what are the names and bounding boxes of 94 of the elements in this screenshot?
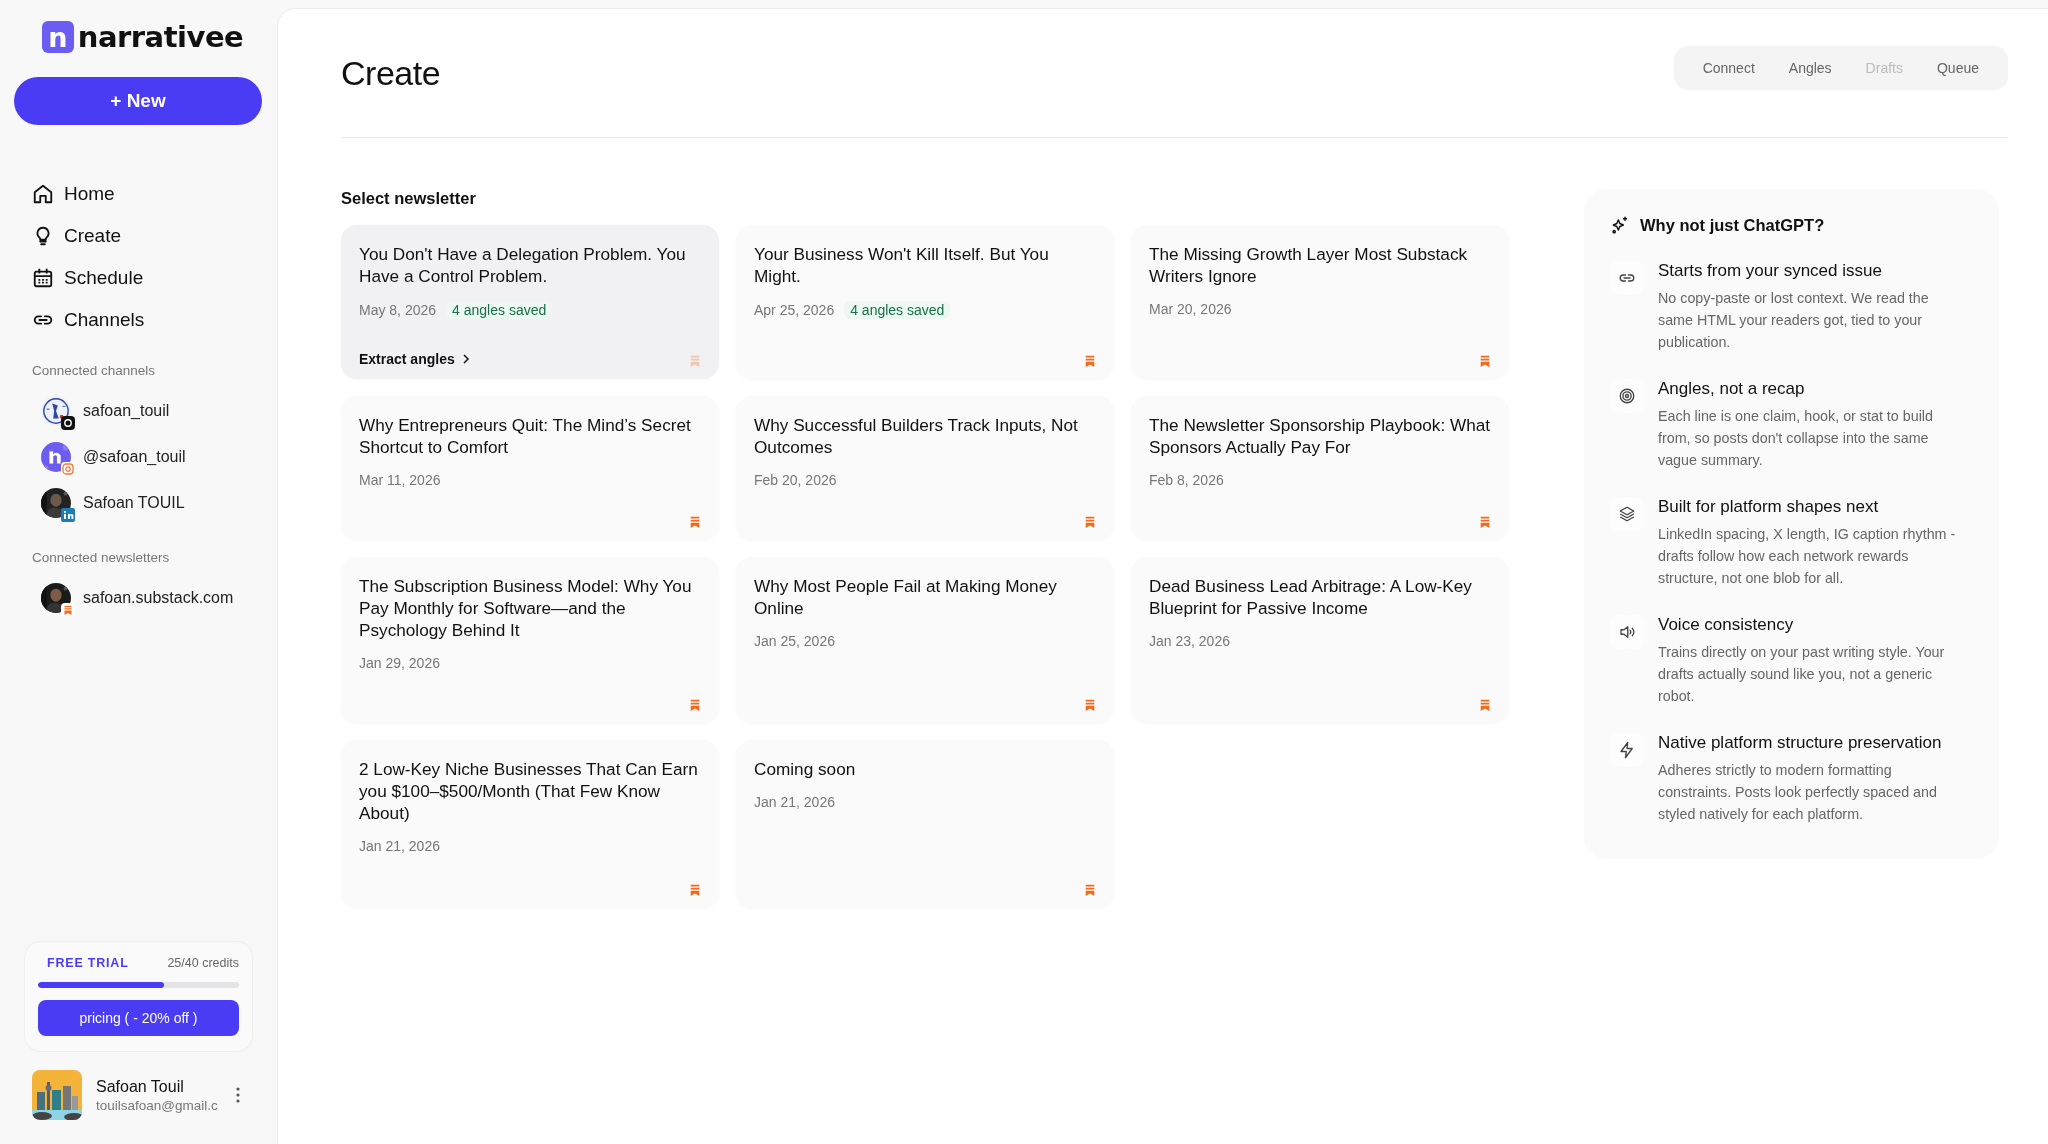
newsletter-card[interactable]: The Subscription Business Model: Why You Pay Monthly for Software—and the Psychology Behind It Jan 29, 2026 <box>341 557 719 723</box>
newsletter-card[interactable]: 2 Low-Key Niche Businesses That Can Earn you $100–$500/Month (That Few Know About) Jan 21, 2026 <box>341 740 719 908</box>
newsletter-title: Your Business Won't Kill Itself. But You Might. <box>754 243 1050 287</box>
nav-item[interactable]: Channels <box>64 308 145 331</box>
threads-badge-icon <box>61 416 75 430</box>
bookmark-icon <box>1479 355 1491 367</box>
step-tab[interactable]: Angles <box>1773 56 1847 80</box>
newsletter-date: Mar 11, 2026 <box>359 472 441 488</box>
feature-description: Trains directly on your past writing style. Your drafts actually sound like you, not a generic robot. <box>1658 643 1946 706</box>
camera-badge-icon <box>61 462 75 476</box>
newsletter-date: Feb 8, 2026 <box>1149 472 1224 488</box>
bookmark-icon <box>1084 699 1096 711</box>
feature-description: No copy-paste or lost context. We read the same HTML your readers got, tied to your publication. <box>1658 289 1930 352</box>
bookmark-badge-icon <box>61 603 75 617</box>
speaker-icon <box>1618 623 1636 641</box>
bookmark-icon <box>1084 884 1096 896</box>
target-icon <box>1618 387 1636 405</box>
newsletter-card[interactable]: Your Business Won't Kill Itself. But You Might. Apr 25, 2026 4 angles saved <box>736 225 1114 379</box>
logo-mark: n <box>41 21 74 53</box>
bookmark-icon <box>689 516 701 528</box>
bookmark-icon <box>1084 516 1096 528</box>
chevron-right-icon <box>460 354 471 364</box>
section-heading: Connected newsletters <box>32 550 171 565</box>
newsletter-card[interactable]: Why Entrepreneurs Quit: The Mind’s Secret Shortcut to Comfort Mar 11, 2026 <box>341 396 719 540</box>
newsletter-date: May 8, 2026 <box>359 302 437 318</box>
feature-title: Built for platform shapes next <box>1658 497 1880 517</box>
newsletter-name[interactable]: safoan.substack.com <box>83 589 234 607</box>
newsletter-date: Apr 25, 2026 <box>754 302 835 318</box>
newsletter-date: Feb 20, 2026 <box>754 472 837 488</box>
page-title: Create <box>341 53 441 93</box>
newsletter-card[interactable]: Why Successful Builders Track Inputs, Not Outcomes Feb 20, 2026 <box>736 396 1114 540</box>
section-label: Select newsletter <box>341 189 477 208</box>
bookmark-icon <box>1479 699 1491 711</box>
channel-name[interactable]: Safoan TOUIL <box>83 494 185 512</box>
feature-title: Native platform structure preservation <box>1658 733 1943 753</box>
bookmark-icon <box>689 355 701 367</box>
newsletter-card[interactable]: The Missing Growth Layer Most Substack Writers Ignore Mar 20, 2026 <box>1131 225 1509 379</box>
plan-label: FREE TRIAL <box>46 956 129 970</box>
newsletter-date: Jan 23, 2026 <box>1149 633 1230 649</box>
pricing-button[interactable]: pricing ( - 20% off ) <box>38 1000 239 1036</box>
newsletter-date: Mar 20, 2026 <box>1149 301 1232 317</box>
channel-name[interactable]: safoan_touil <box>83 402 170 420</box>
newsletter-date: Jan 21, 2026 <box>359 838 440 854</box>
newsletter-date: Jan 25, 2026 <box>754 633 835 649</box>
feature-title: Starts from your synced issue <box>1658 261 1883 281</box>
feature-description: Adheres strictly to modern formatting constraints. Posts look perfectly spaced and styled natively for each platform. <box>1658 761 1938 824</box>
angles-saved-tag: 4 angles saved <box>844 301 951 319</box>
newsletter-title: The Newsletter Sponsorship Playbook: What Sponsors Actually Pay For <box>1149 414 1491 458</box>
nav-item[interactable]: Home <box>64 182 115 205</box>
angles-saved-tag: 4 angles saved <box>446 301 553 319</box>
panel-title: Why not just ChatGPT? <box>1640 215 1825 235</box>
section-heading: Connected channels <box>32 363 157 378</box>
layers-icon <box>1618 505 1636 523</box>
extract-angles-link[interactable]: Extract angles <box>359 351 471 367</box>
newsletter-date: Jan 29, 2026 <box>359 655 440 671</box>
newsletter-title: Coming soon <box>754 758 857 780</box>
newsletter-card[interactable]: You Don't Have a Delegation Problem. You Have a Control Problem. May 8, 2026 4 angles saved Extract angles <box>341 225 719 379</box>
newsletter-card[interactable]: Dead Business Lead Arbitrage: A Low-Key Blueprint for Passive Income Jan 23, 2026 <box>1131 557 1509 723</box>
newsletter-card[interactable]: Coming soon Jan 21, 2026 <box>736 740 1114 908</box>
newsletter-title: 2 Low-Key Niche Businesses That Can Earn you $100–$500/Month (That Few Know About) <box>359 758 699 824</box>
channel-name[interactable]: @safoan_touil <box>83 448 186 466</box>
lightning-icon <box>1618 741 1636 759</box>
newsletter-title: Why Entrepreneurs Quit: The Mind’s Secret Shortcut to Comfort <box>359 414 692 458</box>
bookmark-icon <box>1479 516 1491 528</box>
feature-title: Angles, not a recap <box>1658 379 1806 399</box>
sparkle-icon <box>1610 215 1630 235</box>
feature-description: LinkedIn spacing, X length, IG caption rhythm - drafts follow how each network rewards structure, not one blob for all. <box>1658 525 1957 588</box>
bookmark-icon <box>1084 355 1096 367</box>
logo-text: narrativee <box>77 20 244 54</box>
bookmark-icon <box>689 884 701 896</box>
newsletter-title: The Subscription Business Model: Why You Pay Monthly for Software—and the Psychology Behind It <box>359 575 693 641</box>
step-tab[interactable]: Connect <box>1687 56 1770 80</box>
step-tab[interactable]: Queue <box>1921 56 1994 80</box>
bookmark-icon <box>689 699 701 711</box>
newsletter-card[interactable]: The Newsletter Sponsorship Playbook: What Sponsors Actually Pay For Feb 8, 2026 <box>1131 396 1509 540</box>
newsletter-card[interactable]: Why Most People Fail at Making Money Online Jan 25, 2026 <box>736 557 1114 723</box>
newsletter-title: You Don't Have a Delegation Problem. You Have a Control Problem. <box>359 243 687 287</box>
feature-description: Each line is one claim, hook, or stat to build from, so posts don't collapse into the same vague summary. <box>1658 407 1934 470</box>
newsletter-title: Dead Business Lead Arbitrage: A Low-Key Blueprint for Passive Income <box>1149 575 1473 619</box>
new-button[interactable]: + New <box>14 77 262 125</box>
feature-title: Voice consistency <box>1658 615 1795 635</box>
nav-item[interactable]: Schedule <box>64 266 144 289</box>
home-icon <box>32 182 54 205</box>
newsletter-title: The Missing Growth Layer Most Substack Writers Ignore <box>1149 243 1469 287</box>
user-name: Safoan Touil <box>96 1077 185 1096</box>
linkedin-badge-icon <box>61 508 75 522</box>
newsletter-date: Jan 21, 2026 <box>754 794 835 810</box>
more-icon[interactable] <box>235 1087 240 1103</box>
nav-item[interactable]: Create <box>64 224 122 247</box>
user-email: touilsafoan@gmail.c <box>96 1097 218 1113</box>
credits-count: 25/40 credits <box>167 956 239 970</box>
calendar-icon <box>32 266 54 289</box>
newsletter-title: Why Most People Fail at Making Money Online <box>754 575 1058 619</box>
newsletter-title: Why Successful Builders Track Inputs, Not Outcomes <box>754 414 1079 458</box>
